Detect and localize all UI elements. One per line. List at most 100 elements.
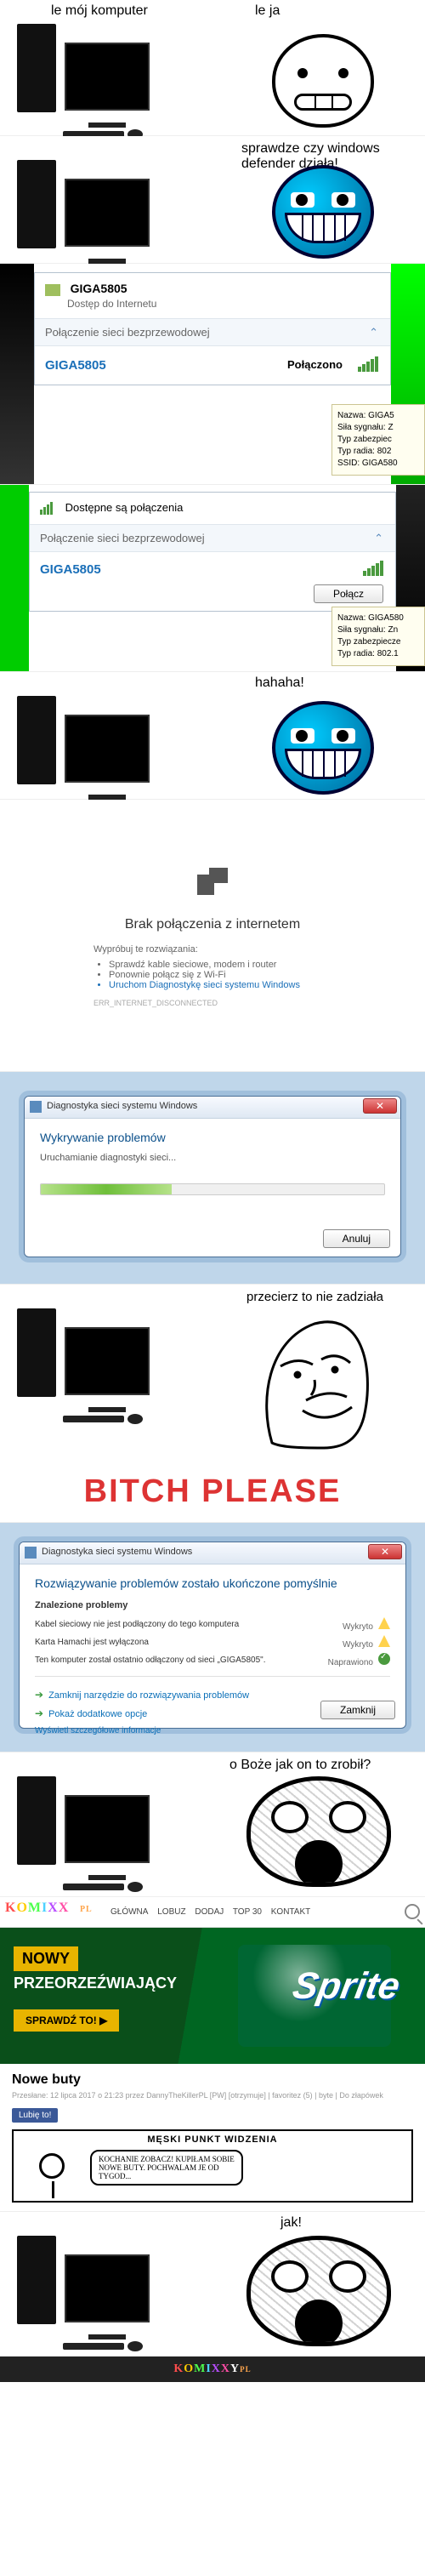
- check-icon: [378, 1653, 390, 1665]
- caption-my-computer: le mój komputer: [51, 3, 148, 19]
- wifi-flyout: GIGA5805 Dostęp do Internetu Połączenie …: [34, 272, 391, 385]
- diagnostics-heading: Wykrywanie problemów: [40, 1131, 385, 1144]
- rage-face-lying: [272, 701, 374, 795]
- panel-12-jak: jak!: [0, 2212, 425, 2357]
- embedded-comic[interactable]: MĘSKI PUNKT WIDZENIA KOCHANIE ZOBACZ! KU…: [12, 2129, 413, 2203]
- nav-items: GŁÓWNA LOBUZ DODAJ TOP 30 KONTAKT: [110, 1907, 317, 1917]
- cta-button[interactable]: SPRAWDŹ TO! ▶: [14, 2009, 119, 2032]
- chevron-up-icon[interactable]: ⌃: [369, 326, 378, 339]
- error-code: ERR_INTERNET_DISCONNECTED: [94, 999, 332, 1007]
- wifi-network-row[interactable]: GIGA5805 Połącz: [30, 552, 395, 611]
- wifi-section-label: Połączenie sieci bezprzewodowej ⌃: [30, 525, 395, 552]
- wifi-network-row[interactable]: GIGA5805 Połączono: [35, 346, 390, 385]
- site-logo[interactable]: KOMIXXYPL: [5, 1901, 93, 1916]
- hero-banner[interactable]: NOWY PRZEORZEŹWIAJĄCY SPRAWDŹ TO! ▶ Spri…: [0, 1928, 425, 2064]
- nav-link[interactable]: DODAJ: [195, 1907, 224, 1917]
- wifi-status: Połączono: [287, 358, 343, 371]
- panel-9-diagnostics-result: Diagnostyka sieci systemu Windows ✕ Rozw…: [0, 1523, 425, 1752]
- bitch-please-text: BITCH PLEASE: [0, 1473, 425, 1510]
- caption-wont-work: przecierz to nie zadziała: [246, 1290, 383, 1304]
- diagnostics-subtext: Uruchamianie diagnostyki sieci...: [40, 1153, 385, 1163]
- gasp-face: [246, 2236, 391, 2346]
- panel-10-ohgod: o Boże jak on to zrobił?: [0, 1752, 425, 1897]
- caption-me: le ja: [255, 3, 280, 19]
- window-icon: [30, 1101, 42, 1113]
- wifi-tooltip: Nazwa: GIGA5Siła sygnału: ZTyp zabezpiec…: [332, 404, 425, 476]
- panel-2: sprawdze czy windows defender działa!: [0, 136, 425, 264]
- window-title: Diagnostyka sieci systemu Windows: [47, 1101, 197, 1111]
- panel-1: le mój komputer le ja: [0, 0, 425, 136]
- problem-item: Karta Hamachi jest wyłączona Wykryto: [35, 1633, 390, 1651]
- list-item: Ponownie połącz się z Wi-Fi: [109, 970, 332, 980]
- like-button[interactable]: Lubię to!: [12, 2108, 58, 2123]
- yao-ming-face: [255, 1315, 374, 1451]
- result-heading: Rozwiązywanie problemów zostało ukończon…: [35, 1576, 390, 1590]
- rage-face-smile: [272, 34, 374, 128]
- rage-face-lying: [272, 165, 374, 259]
- window-icon: [25, 1547, 37, 1559]
- window-title: Diagnostyka sieci systemu Windows: [42, 1547, 192, 1557]
- wifi-access-label: Dostęp do Internetu: [45, 298, 380, 310]
- chevron-up-icon[interactable]: ⌃: [374, 532, 383, 545]
- nav-link[interactable]: TOP 30: [233, 1907, 262, 1917]
- panel-4-wifi-available: Dostępne są połączenia Połączenie sieci …: [0, 485, 425, 672]
- panel-11-komixxy-site: KOMIXXYPL GŁÓWNA LOBUZ DODAJ TOP 30 KONT…: [0, 1897, 425, 2212]
- panel-8-bitch-please: przecierz to nie zadziała BITCH PLEASE: [0, 1285, 425, 1523]
- try-label: Wypróbuj te rozwiązania:: [94, 944, 332, 955]
- suggestion-list: Sprawdź kable sieciowe, modem i router P…: [94, 960, 332, 990]
- site-navbar: KOMIXXYPL GŁÓWNA LOBUZ DODAJ TOP 30 KONT…: [0, 1897, 425, 1928]
- post-title[interactable]: Nowe buty: [12, 2072, 413, 2088]
- signal-bars-icon: [40, 502, 57, 516]
- window-titlebar: Diagnostyka sieci systemu Windows ✕: [25, 1097, 400, 1119]
- dino-icon: [197, 868, 228, 900]
- cancel-button[interactable]: Anuluj: [323, 1229, 390, 1248]
- wifi-flyout: Dostępne są połączenia Połączenie sieci …: [29, 492, 396, 612]
- search-icon[interactable]: [405, 1904, 420, 1919]
- promo-text: NOWY PRZEORZEŹWIAJĄCY SPRAWDŹ TO! ▶: [14, 1946, 177, 2032]
- problem-list: Kabel sieciowy nie jest podłączony do te…: [35, 1616, 390, 1677]
- sprite-logo: Sprite: [290, 1965, 404, 2008]
- nav-link[interactable]: GŁÓWNA: [110, 1907, 148, 1917]
- connect-button[interactable]: Połącz: [314, 584, 383, 603]
- caption-oh-god: o Boże jak on to zrobił?: [230, 1758, 371, 1773]
- comic-title: MĘSKI PUNKT WIDZENIA: [147, 2134, 277, 2145]
- nav-link[interactable]: LOBUZ: [157, 1907, 185, 1917]
- problem-item: Ten komputer został ostatnio odłączony o…: [35, 1651, 390, 1669]
- close-button[interactable]: ✕: [368, 1544, 402, 1559]
- problem-item: Kabel sieciowy nie jest podłączony do te…: [35, 1616, 390, 1633]
- gasp-face: [246, 1776, 391, 1887]
- panel-7-diagnostics: Diagnostyka sieci systemu Windows ✕ Wykr…: [0, 1072, 425, 1285]
- caption-hahaha: hahaha!: [255, 675, 304, 691]
- no-internet-title: Brak połączenia z internetem: [94, 917, 332, 932]
- show-details-link[interactable]: Wyświetl szczegółowe informacje: [35, 1726, 390, 1735]
- signal-bars-icon: [363, 561, 383, 576]
- wifi-ssid: GIGA5805: [45, 358, 106, 373]
- warning-icon: [378, 1617, 390, 1629]
- close-button[interactable]: ✕: [363, 1098, 397, 1114]
- site-footer-logo[interactable]: KOMIXXYPL: [0, 2357, 425, 2382]
- diagnostics-link[interactable]: Uruchom Diagnostykę sieci systemu Window…: [109, 980, 332, 990]
- progress-bar: [40, 1183, 385, 1195]
- stick-figure-icon: [39, 2153, 65, 2179]
- nav-link[interactable]: KONTAKT: [271, 1907, 310, 1917]
- warning-icon: [378, 1635, 390, 1647]
- diagnostics-window: Diagnostyka sieci systemu Windows ✕ Rozw…: [19, 1542, 406, 1729]
- diagnostics-window: Diagnostyka sieci systemu Windows ✕ Wykr…: [24, 1096, 401, 1257]
- list-item: Sprawdź kable sieciowe, modem i router: [109, 960, 332, 970]
- wifi-current-network: GIGA5805 Dostęp do Internetu: [35, 273, 390, 319]
- wifi-available-header: Dostępne są połączenia: [30, 493, 395, 525]
- wifi-section-label: Połączenie sieci bezprzewodowej ⌃: [35, 319, 390, 346]
- post: Nowe buty Przesłane: 12 lipca 2017 o 21:…: [0, 2064, 425, 2211]
- close-window-button[interactable]: Zamknij: [320, 1701, 395, 1719]
- wifi-ssid-header: GIGA5805: [71, 282, 128, 295]
- post-meta: Przesłane: 12 lipca 2017 o 21:23 przez D…: [12, 2091, 413, 2100]
- network-icon: [45, 284, 60, 296]
- caption-jak: jak!: [280, 2215, 302, 2231]
- signal-bars-icon: [358, 356, 378, 372]
- panel-6-no-internet: Brak połączenia z internetem Wypróbuj te…: [0, 800, 425, 1072]
- found-label: Znalezione problemy: [35, 1600, 390, 1610]
- wifi-ssid: GIGA5805: [40, 562, 101, 577]
- speech-bubble: KOCHANIE ZOBACZ! KUPIŁAM SOBIE NOWE BUTY…: [90, 2150, 243, 2186]
- panel-5: hahaha!: [0, 672, 425, 800]
- panel-3-wifi-connected: GIGA5805 Dostęp do Internetu Połączenie …: [0, 264, 425, 485]
